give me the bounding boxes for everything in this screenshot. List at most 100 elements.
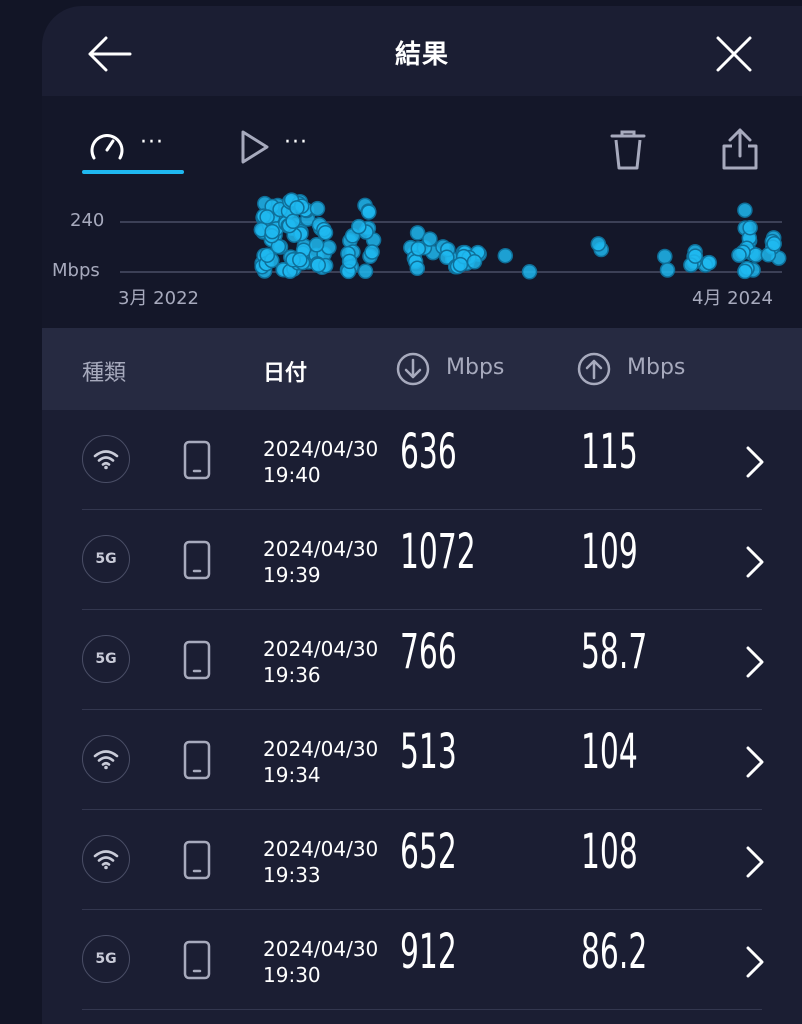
history-dot (657, 248, 673, 265)
col-date[interactable]: 日付 (263, 355, 307, 387)
download-value: 636 (400, 424, 457, 480)
history-dot (742, 219, 758, 236)
history-dot (308, 237, 325, 253)
result-date: 2024/04/30 (263, 537, 379, 561)
result-time: 19:34 (263, 763, 321, 787)
play-icon (241, 130, 269, 164)
result-time: 19:39 (263, 563, 321, 587)
phone-icon (183, 640, 211, 680)
history-chart: 240 Mbps 3月 2022 4月 2024 (42, 192, 802, 322)
download-value: 652 (400, 824, 457, 880)
wifi-icon (93, 450, 119, 470)
speedometer-icon (90, 134, 124, 160)
result-date: 2024/04/30 (263, 737, 379, 761)
history-dot (310, 257, 326, 273)
wifi-icon (93, 850, 119, 870)
download-value: 513 (400, 724, 457, 780)
tab-video[interactable]: ··· (234, 124, 324, 174)
history-dot (341, 253, 358, 270)
wifi-icon (93, 750, 119, 770)
result-time: 19:40 (263, 463, 321, 487)
share-button[interactable] (718, 126, 762, 172)
history-dot (364, 244, 380, 260)
y-unit-label: Mbps (52, 260, 100, 281)
delete-button[interactable] (606, 128, 650, 172)
col-type: 種類 (82, 361, 127, 386)
phone-icon (183, 440, 211, 480)
col-download[interactable]: Mbps (446, 355, 504, 380)
history-dot (737, 202, 753, 218)
results-panel: 結果 ··· ··· 240 Mbps 3月 2022 4月 2024 種類 日… (42, 6, 802, 1024)
result-row[interactable]: 2024/04/30 19:34 513 104 (42, 710, 802, 810)
history-dot (409, 260, 426, 277)
chevron-right-icon (746, 646, 764, 678)
y-tick-240: 240 (70, 210, 105, 231)
upload-value: 58.7 (581, 624, 648, 680)
phone-icon (183, 940, 211, 980)
col-upload[interactable]: Mbps (627, 355, 685, 380)
result-row[interactable]: 5G 2024/04/30 19:30 912 86.2 (42, 910, 802, 1010)
chevron-right-icon (746, 446, 764, 478)
5g-badge: 5G (82, 535, 130, 583)
result-date: 2024/04/30 (263, 837, 379, 861)
close-button[interactable] (710, 30, 758, 78)
top-bar: 結果 (42, 6, 802, 96)
upload-icon (577, 352, 611, 386)
history-dot (766, 236, 782, 252)
video-more-dots: ··· (284, 130, 308, 155)
result-date: 2024/04/30 (263, 437, 379, 461)
filter-area: ··· ··· 240 Mbps 3月 2022 4月 2024 (42, 96, 802, 328)
x-end-label: 4月 2024 (692, 288, 773, 309)
upload-value: 115 (581, 424, 638, 480)
chevron-right-icon (746, 546, 764, 578)
result-row[interactable]: 5G 2024/04/30 19:39 1072 109 (42, 510, 802, 610)
share-icon (722, 128, 758, 170)
history-dot (285, 213, 301, 230)
history-dot (452, 256, 469, 273)
history-dot (289, 200, 305, 216)
upload-value: 86.2 (581, 924, 648, 980)
history-dot (497, 247, 514, 264)
5g-badge: 5G (82, 635, 130, 683)
column-header: 種類 日付 Mbps Mbps (42, 328, 802, 410)
result-time: 19:33 (263, 863, 321, 887)
trash-icon (610, 130, 646, 170)
upload-value: 108 (581, 824, 638, 880)
history-dot (701, 254, 717, 271)
result-row[interactable]: 2024/04/30 19:40 636 115 (42, 410, 802, 510)
history-dot (357, 263, 374, 280)
upload-value: 104 (581, 724, 638, 780)
history-dot (309, 200, 326, 217)
page-title: 結果 (394, 40, 449, 70)
download-icon (396, 352, 430, 386)
result-time: 19:36 (263, 663, 321, 687)
connection-type-badge (82, 835, 130, 883)
download-value: 912 (400, 924, 457, 980)
history-dot (321, 239, 337, 256)
close-icon (716, 36, 752, 72)
chevron-right-icon (746, 746, 764, 778)
phone-icon (183, 540, 211, 580)
history-dot (264, 223, 280, 240)
history-dot (422, 231, 438, 247)
history-dot (590, 236, 607, 252)
chevron-right-icon (746, 846, 764, 878)
speedtest-more-dots: ··· (140, 130, 164, 155)
row-divider (82, 1009, 762, 1010)
tab-speedtest[interactable]: ··· (82, 124, 184, 174)
history-dot (737, 263, 753, 280)
chevron-right-icon (746, 946, 764, 978)
connection-type-badge (82, 735, 130, 783)
history-dot (361, 204, 377, 220)
history-dot (466, 254, 483, 270)
history-dot (659, 262, 676, 278)
x-start-label: 3月 2022 (118, 288, 199, 309)
phone-icon (183, 840, 211, 880)
connection-type-badge (82, 435, 130, 483)
result-row[interactable]: 2024/04/30 19:33 652 108 (42, 810, 802, 910)
phone-icon (183, 740, 211, 780)
history-dot (259, 209, 275, 225)
history-dot (731, 247, 747, 263)
result-row[interactable]: 5G 2024/04/30 19:36 766 58.7 (42, 610, 802, 710)
history-dot (317, 224, 334, 241)
